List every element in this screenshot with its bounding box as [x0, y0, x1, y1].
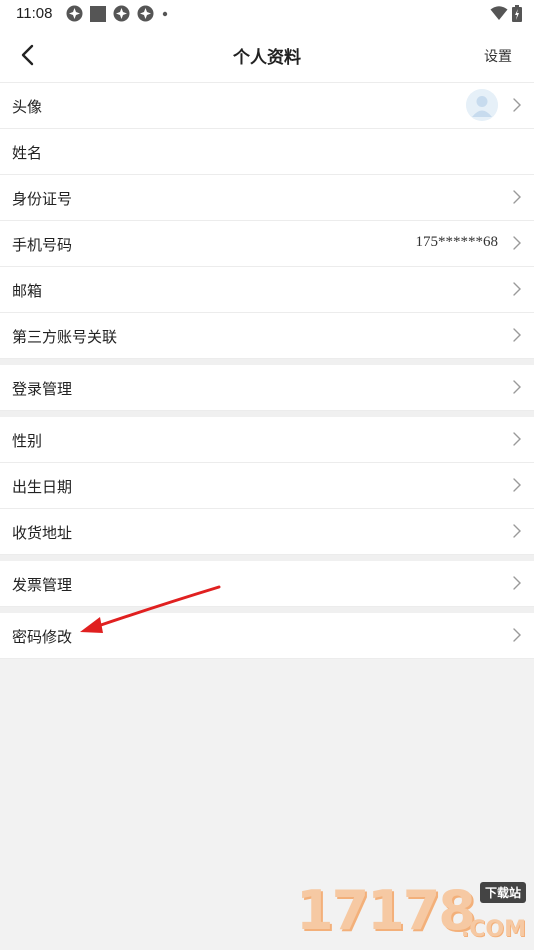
status-bar: 11:08	[0, 0, 534, 28]
row-label: 邮箱	[12, 282, 43, 300]
watermark-logo: 17178 下载站 .COM	[296, 878, 526, 944]
row-label: 第三方账号关联	[12, 328, 118, 346]
row-invoice-management[interactable]: 发票管理	[0, 561, 534, 607]
notification-app-icon	[66, 5, 83, 22]
row-label: 手机号码	[12, 236, 73, 254]
row-label: 出生日期	[12, 478, 73, 496]
chevron-right-icon	[513, 432, 521, 446]
chevron-right-icon	[513, 576, 521, 590]
row-change-password[interactable]: 密码修改	[0, 613, 534, 659]
row-name[interactable]: 姓名	[0, 129, 534, 175]
row-birth-date[interactable]: 出生日期	[0, 463, 534, 509]
status-system-icons	[490, 5, 522, 22]
profile-page: 11:08 个人资料 设置 头像 姓名 身份证号 手机号码 175******6…	[0, 0, 534, 950]
row-label: 头像	[12, 98, 43, 116]
row-phone[interactable]: 手机号码 175******68	[0, 221, 534, 267]
default-avatar-icon	[466, 89, 498, 121]
watermark-suffix: .COM	[460, 917, 526, 942]
notification-app-icon	[137, 5, 154, 22]
chevron-right-icon	[513, 236, 521, 250]
row-third-party-accounts[interactable]: 第三方账号关联	[0, 313, 534, 359]
row-label: 姓名	[12, 144, 43, 162]
row-label: 收货地址	[12, 524, 73, 542]
status-time: 11:08	[16, 5, 53, 22]
profile-list: 头像 姓名 身份证号 手机号码 175******68 邮箱 第三方账号关联 登…	[0, 83, 534, 659]
page-title: 个人资料	[233, 48, 301, 68]
row-label: 密码修改	[12, 628, 73, 646]
chevron-right-icon	[513, 478, 521, 492]
phone-value: 175******68	[415, 234, 499, 250]
row-login-management[interactable]: 登录管理	[0, 365, 534, 411]
row-shipping-address[interactable]: 收货地址	[0, 509, 534, 555]
chevron-right-icon	[513, 328, 521, 342]
row-id-number[interactable]: 身份证号	[0, 175, 534, 221]
notification-dot-icon	[162, 11, 168, 16]
wifi-icon	[490, 6, 508, 20]
settings-button[interactable]: 设置	[484, 46, 512, 66]
chevron-right-icon	[513, 282, 521, 296]
chevron-right-icon	[513, 524, 521, 538]
battery-charging-icon	[512, 5, 522, 22]
chevron-right-icon	[513, 190, 521, 204]
nav-bar: 个人资料 设置	[0, 28, 534, 83]
notification-square-icon	[90, 5, 106, 22]
avatar	[466, 89, 498, 121]
notification-app-icon	[113, 5, 130, 22]
row-label: 性别	[12, 432, 43, 450]
row-label: 身份证号	[12, 190, 73, 208]
row-email[interactable]: 邮箱	[0, 267, 534, 313]
chevron-right-icon	[513, 98, 521, 112]
watermark-digits: 17178	[296, 879, 476, 942]
chevron-right-icon	[513, 628, 521, 642]
row-label: 登录管理	[12, 380, 73, 398]
row-gender[interactable]: 性别	[0, 417, 534, 463]
row-avatar[interactable]: 头像	[0, 83, 534, 129]
watermark-tag: 下载站	[479, 882, 526, 903]
chevron-right-icon	[513, 380, 521, 394]
status-notification-icons	[66, 5, 169, 22]
row-label: 发票管理	[12, 576, 73, 594]
